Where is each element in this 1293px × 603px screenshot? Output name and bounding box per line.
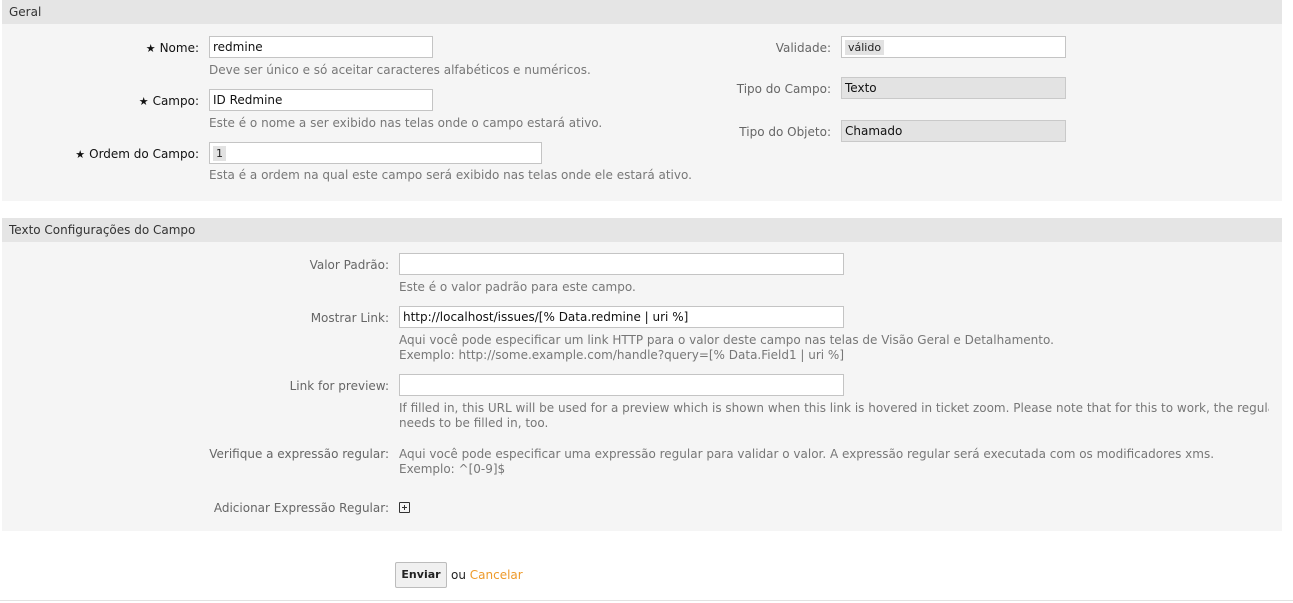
name-input[interactable]: redmine (209, 36, 433, 58)
order-label-text: Ordem do Campo: (89, 147, 199, 161)
name-label-text: Nome: (159, 41, 199, 55)
preview-link-input[interactable] (399, 374, 844, 396)
show-link-hint: Aqui você pode especificar um link HTTP … (399, 333, 1054, 347)
required-star-icon: ★ (138, 95, 149, 108)
add-regex-label: Adicionar Expressão Regular: (213, 501, 389, 515)
regex-example: Exemplo: ^[0-9]$ (399, 462, 506, 476)
default-value-label: Valor Padrão: (309, 258, 389, 272)
name-label: ★ Nome: (60, 40, 199, 57)
show-link-label: Mostrar Link: (310, 311, 389, 325)
preview-link-hint: If filled in, this URL will be used for … (399, 401, 1269, 415)
show-link-input[interactable]: http://localhost/issues/[% Data.redmine … (399, 306, 844, 328)
object-type-label: Tipo do Objeto: (739, 125, 831, 139)
text-settings-section-header: Texto Configurações do Campo (2, 218, 1282, 242)
add-regex-plus-icon[interactable] (399, 502, 410, 513)
order-hint: Esta é a ordem na qual este campo será e… (209, 168, 692, 182)
required-star-icon: ★ (145, 42, 156, 55)
show-link-example: Exemplo: http://some.example.com/handle?… (399, 348, 845, 362)
order-input[interactable]: 1 (209, 142, 542, 164)
or-text: ou (451, 568, 466, 582)
name-hint: Deve ser único e só aceitar caracteres a… (209, 63, 591, 77)
cancel-link[interactable]: Cancelar (470, 568, 523, 582)
default-value-input[interactable] (399, 253, 844, 275)
preview-link-hint-cont: needs to be filled in, too. (399, 416, 549, 430)
submit-button[interactable]: Enviar (395, 562, 447, 588)
field-type-input: Texto (841, 77, 1066, 99)
general-section-header: Geral (2, 0, 1282, 24)
required-star-icon: ★ (75, 148, 86, 161)
preview-link-label: Link for preview: (289, 379, 389, 393)
field-label: ★ Campo: (60, 93, 199, 110)
default-value-hint: Este é o valor padrão para este campo. (399, 280, 636, 294)
validity-value: válido (845, 40, 885, 55)
object-type-input: Chamado (841, 120, 1066, 142)
validity-select[interactable]: válido (841, 36, 1066, 58)
validity-label: Validade: (775, 41, 831, 55)
field-input[interactable]: ID Redmine (209, 89, 433, 111)
actions-row: ou Cancelar (451, 567, 523, 583)
regex-label: Verifique a expressão regular: (209, 447, 389, 461)
field-type-label: Tipo do Campo: (736, 82, 831, 96)
footer-divider (0, 600, 1293, 601)
field-label-text: Campo: (152, 94, 199, 108)
field-hint: Este é o nome a ser exibido nas telas on… (209, 116, 603, 130)
order-label: ★ Ordem do Campo: (40, 146, 199, 163)
order-value: 1 (213, 146, 226, 161)
regex-hint: Aqui você pode especificar uma expressão… (399, 447, 1215, 461)
